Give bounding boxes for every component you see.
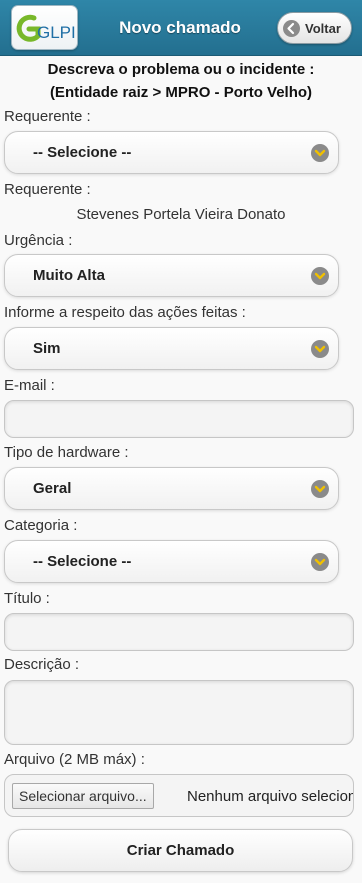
categoria-select[interactable]: -- Selecione -- bbox=[4, 540, 339, 583]
email-field[interactable] bbox=[4, 400, 354, 438]
create-ticket-button[interactable]: Criar Chamado bbox=[8, 829, 353, 872]
back-button-label: Voltar bbox=[305, 21, 341, 36]
chevron-down-icon bbox=[311, 267, 329, 285]
acoes-select[interactable]: Sim bbox=[4, 327, 339, 370]
file-input: Selecionar arquivo... Nenhum arquivo sel… bbox=[4, 774, 354, 817]
arrow-left-icon bbox=[283, 20, 300, 37]
header-bar: GLPI Novo chamado Voltar bbox=[0, 0, 362, 56]
logo-text: GLPI bbox=[37, 23, 76, 42]
requerente-select-label: Requerente : bbox=[4, 108, 91, 125]
requerente-select-value: -- Selecione -- bbox=[33, 144, 132, 161]
chevron-down-icon bbox=[311, 340, 329, 358]
categoria-label: Categoria : bbox=[4, 517, 78, 534]
urgencia-select-value: Muito Alta bbox=[33, 267, 105, 284]
hardware-select[interactable]: Geral bbox=[4, 467, 339, 510]
hardware-select-value: Geral bbox=[33, 480, 72, 497]
chevron-down-icon bbox=[311, 553, 329, 571]
descricao-field[interactable] bbox=[4, 680, 354, 745]
requerente-select[interactable]: -- Selecione -- bbox=[4, 131, 339, 174]
descricao-label: Descrição : bbox=[4, 656, 80, 673]
intro-line-2: (Entidade raiz > MPRO - Porto Velho) bbox=[49, 84, 313, 101]
arquivo-label: Arquivo (2 MB máx) : bbox=[4, 751, 145, 768]
titulo-label: Título : bbox=[4, 590, 50, 607]
select-file-button[interactable]: Selecionar arquivo... bbox=[12, 783, 154, 809]
chevron-down-icon bbox=[311, 144, 329, 162]
requerente-label: Requerente : bbox=[4, 181, 91, 198]
urgencia-label: Urgência : bbox=[4, 232, 73, 249]
requerente-name: Stevenes Portela Vieira Donato bbox=[76, 206, 286, 223]
intro-line-1: Descreva o problema ou o incidente : bbox=[47, 61, 315, 78]
chevron-down-icon bbox=[311, 480, 329, 498]
categoria-select-value: -- Selecione -- bbox=[33, 553, 132, 570]
urgencia-select[interactable]: Muito Alta bbox=[4, 254, 339, 297]
back-button[interactable]: Voltar bbox=[277, 12, 352, 44]
hardware-label: Tipo de hardware : bbox=[4, 444, 129, 461]
acoes-label: Informe a respeito das ações feitas : bbox=[4, 304, 246, 321]
file-status: Nenhum arquivo selecionado. bbox=[187, 788, 353, 805]
titulo-field[interactable] bbox=[4, 613, 354, 651]
acoes-select-value: Sim bbox=[33, 340, 61, 357]
glpi-logo[interactable]: GLPI bbox=[11, 5, 78, 50]
email-label: E-mail : bbox=[4, 377, 55, 394]
page-title: Novo chamado bbox=[119, 18, 241, 37]
glpi-logo-mark: GLPI bbox=[16, 14, 76, 42]
